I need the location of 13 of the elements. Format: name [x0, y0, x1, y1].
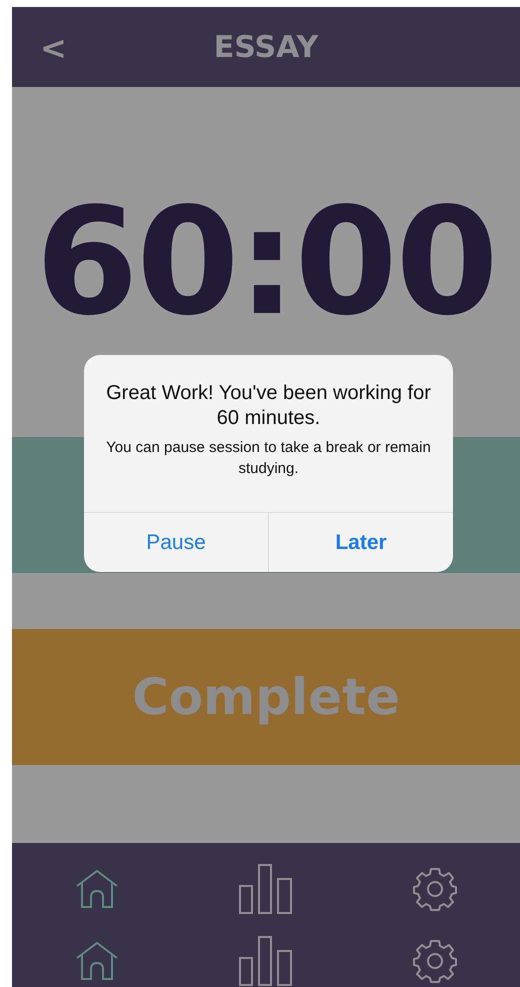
- settings-icon[interactable]: [413, 867, 458, 911]
- bar-chart-icon[interactable]: [238, 864, 293, 914]
- screen-title: ESSAY: [214, 30, 318, 64]
- alert-button[interactable]: Pause: [84, 513, 268, 572]
- timer-display: 60:00: [35, 176, 497, 348]
- alert-title: Great Work! You've been working for 60 minutes.: [105, 381, 432, 431]
- home-icon[interactable]: [74, 869, 119, 909]
- settings-icon[interactable]: [413, 939, 458, 983]
- alert-button[interactable]: Later: [268, 513, 453, 572]
- back-button[interactable]: <: [36, 29, 71, 67]
- alert-message: You can pause session to take a break or remain studying.: [105, 438, 432, 479]
- home-icon[interactable]: [74, 941, 119, 981]
- bar-chart-icon[interactable]: [238, 936, 293, 986]
